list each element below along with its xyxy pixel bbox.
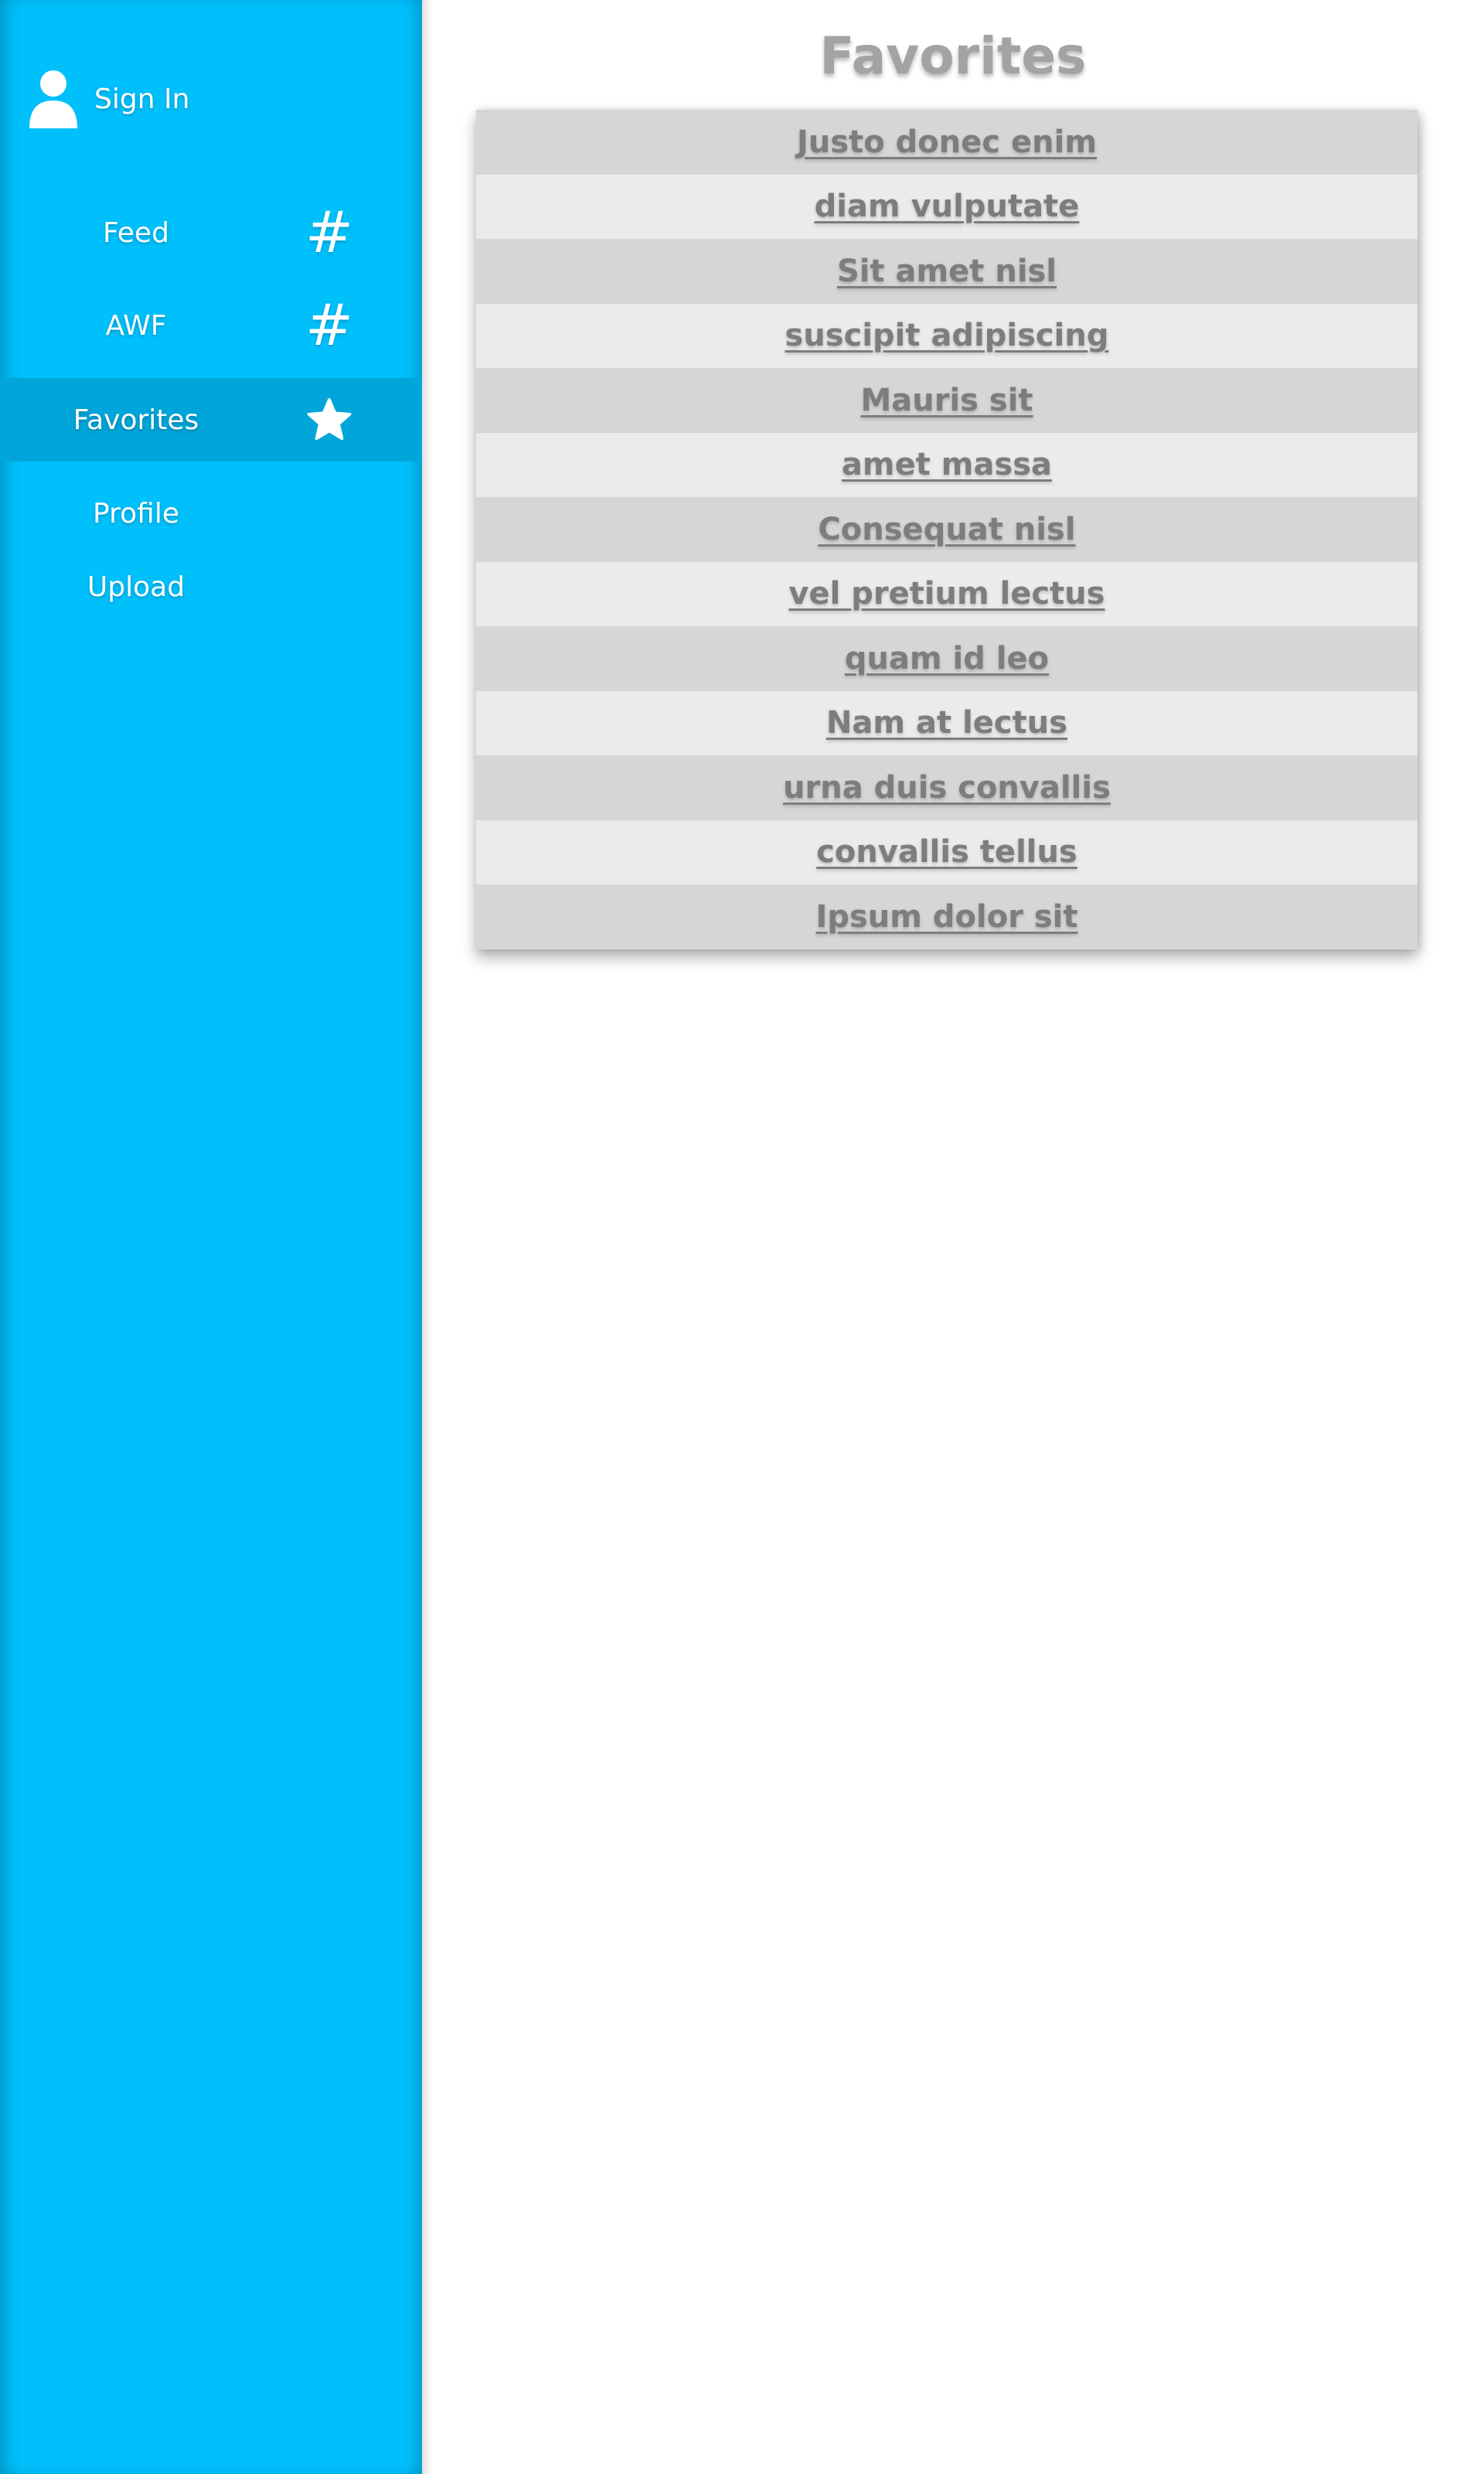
sidebar-item-favorites[interactable]: Favorites (0, 378, 422, 462)
hash-icon: # (305, 199, 353, 266)
favorite-link[interactable]: suscipit adipiscing (785, 318, 1109, 353)
list-item: quam id leo (476, 626, 1418, 691)
list-item: amet massa (476, 432, 1418, 497)
sidebar-item-profile[interactable]: Profile (0, 472, 422, 555)
list-item: diam vulputate (476, 174, 1418, 239)
favorite-link[interactable]: amet massa (842, 447, 1052, 482)
list-item: suscipit adipiscing (476, 303, 1418, 368)
sign-in-button[interactable]: Sign In (28, 68, 275, 130)
list-item: vel pretium lectus (476, 561, 1418, 626)
favorite-link[interactable]: convallis tellus (816, 834, 1077, 870)
favorite-link[interactable]: Consequat nisl (818, 512, 1075, 547)
sidebar-item-awf[interactable]: AWF # (0, 284, 422, 367)
sidebar-item-label: Profile (93, 497, 179, 530)
sidebar-item-feed[interactable]: Feed # (0, 191, 422, 274)
list-item: urna duis convallis (476, 755, 1418, 820)
hash-icon: # (305, 292, 353, 359)
sidebar-item-label: Upload (87, 571, 186, 603)
favorite-link[interactable]: Sit amet nisl (837, 254, 1057, 289)
favorite-link[interactable]: Justo donec enim (797, 124, 1097, 160)
user-icon (29, 70, 77, 128)
sidebar-item-upload[interactable]: Upload (0, 545, 267, 629)
list-item: Consequat nisl (476, 497, 1418, 562)
favorite-link[interactable]: Mauris sit (860, 383, 1033, 418)
page-title: Favorites (819, 26, 1087, 86)
sidebar: Sign In Feed # AWF # Favorites Profile U… (0, 0, 433, 2474)
favorite-link[interactable]: vel pretium lectus (788, 576, 1104, 612)
sidebar-item-label: Feed (103, 216, 169, 249)
favorite-link[interactable]: quam id leo (845, 641, 1049, 676)
star-icon (303, 394, 356, 446)
list-item: Sit amet nisl (476, 239, 1418, 304)
favorites-list: Justo donec enim diam vulputate Sit amet… (476, 110, 1418, 949)
favorite-link[interactable]: urna duis convallis (783, 770, 1111, 806)
favorite-link[interactable]: diam vulputate (815, 189, 1080, 224)
list-item: Mauris sit (476, 368, 1418, 433)
list-item: Nam at lectus (476, 690, 1418, 755)
sign-in-label: Sign In (94, 83, 190, 115)
sidebar-item-label: AWF (105, 309, 167, 342)
list-item: Ipsum dolor sit (476, 884, 1418, 949)
list-item: convallis tellus (476, 820, 1418, 884)
favorite-link[interactable]: Ipsum dolor sit (815, 899, 1077, 935)
sidebar-item-label: Favorites (73, 404, 199, 436)
favorite-link[interactable]: Nam at lectus (826, 705, 1067, 741)
list-item: Justo donec enim (476, 110, 1418, 175)
